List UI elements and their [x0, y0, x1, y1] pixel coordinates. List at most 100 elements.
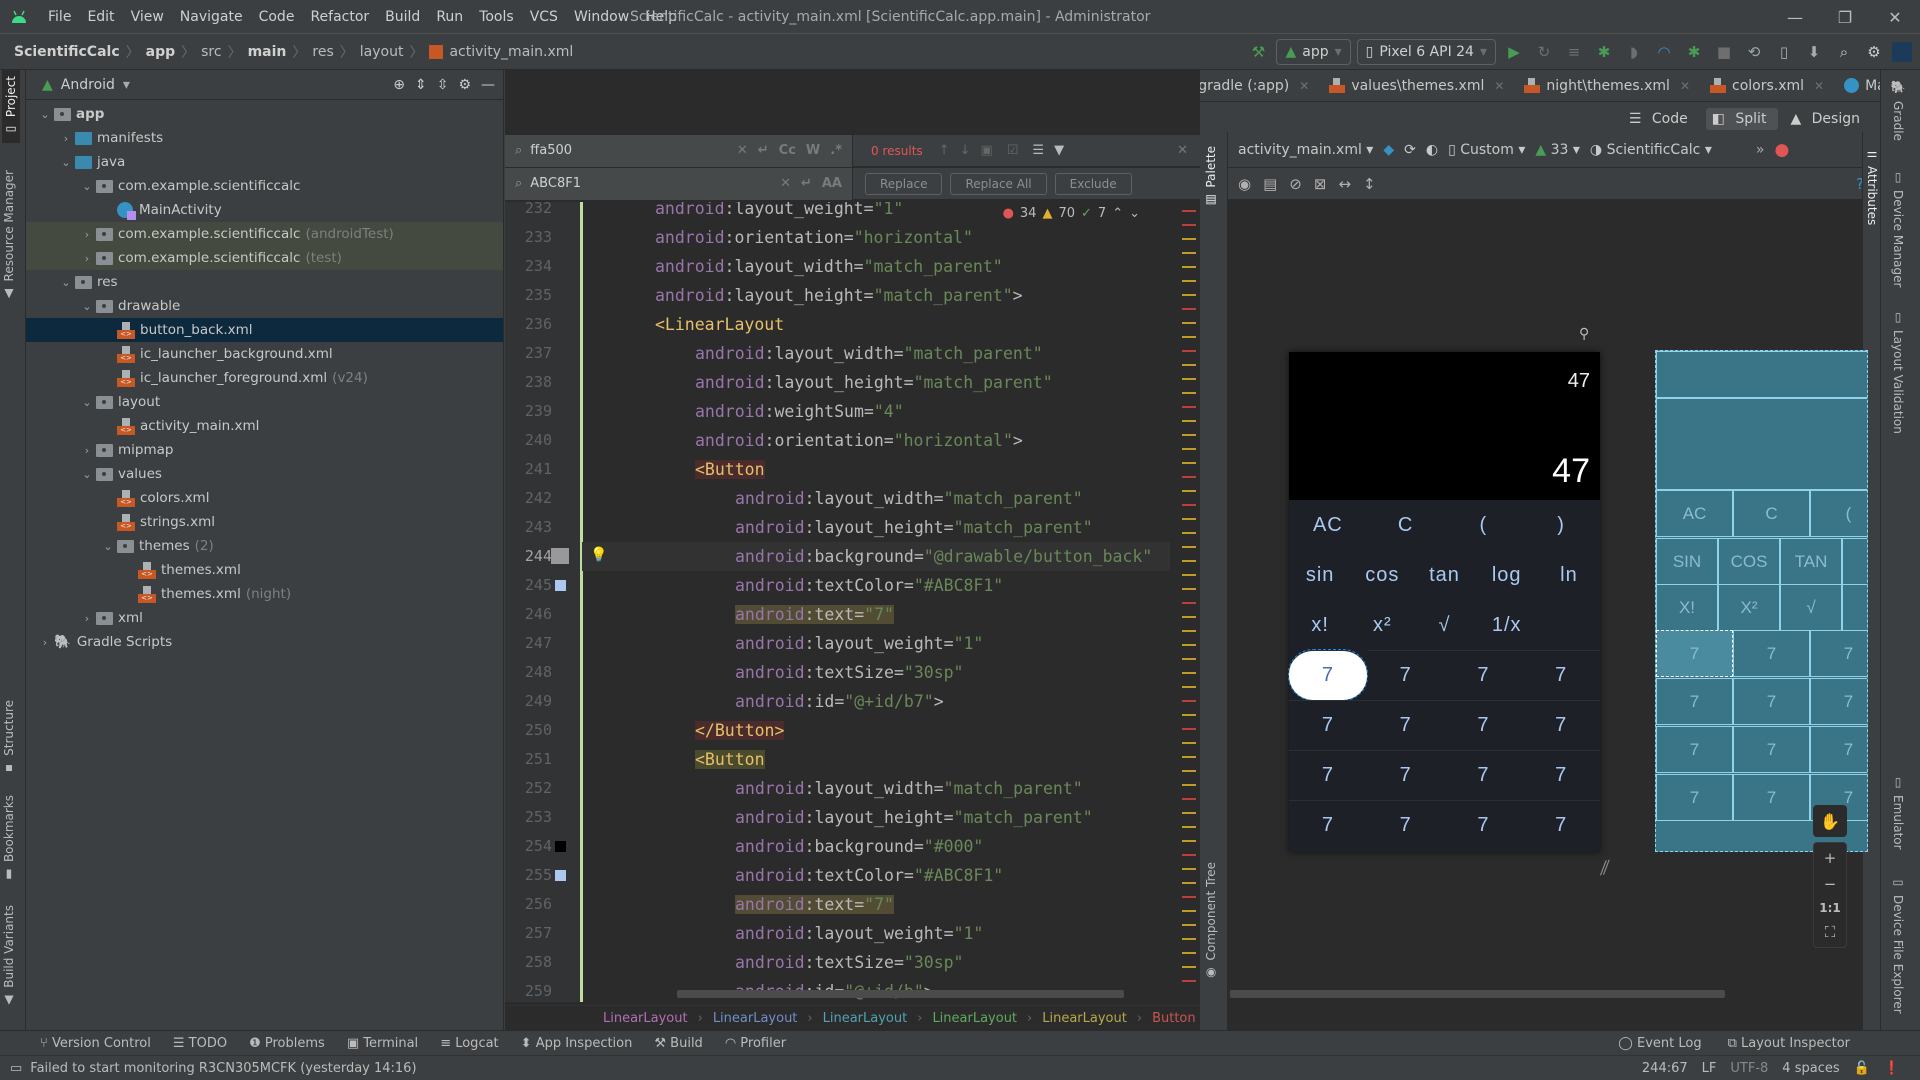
error-stripe-mark[interactable] — [1182, 644, 1196, 646]
calc-key[interactable]: sin — [1289, 550, 1351, 600]
editor-breadcrumb-item[interactable]: LinearLayout — [603, 1011, 688, 1026]
build-hammer-icon[interactable]: ⚒ — [1246, 40, 1270, 64]
previous-occurrence-icon[interactable]: ↑ — [939, 143, 950, 158]
calc-key[interactable]: 7 — [1366, 650, 1445, 700]
tree-item[interactable]: ic_launcher_background.xml — [26, 342, 503, 366]
blueprint-cell[interactable]: AC — [1656, 490, 1733, 537]
error-stripe-mark[interactable] — [1182, 952, 1196, 954]
zoom-to-fit-icon[interactable]: ⛶ — [1825, 923, 1836, 941]
error-stripe-mark[interactable] — [1182, 308, 1196, 310]
breadcrumb-main[interactable]: main — [248, 44, 287, 60]
night-mode-icon[interactable]: ◐ — [1426, 142, 1438, 158]
error-stripe-mark[interactable] — [1182, 966, 1196, 968]
line-separator[interactable]: LF — [1702, 1061, 1717, 1076]
error-stripe-mark[interactable] — [1182, 532, 1196, 534]
error-stripe-mark[interactable] — [1182, 420, 1196, 422]
close-tab-icon[interactable]: ✕ — [1814, 79, 1824, 93]
status-message[interactable]: Failed to start monitoring R3CN305MCFK (… — [22, 1061, 416, 1076]
code-line[interactable]: android:text="7" — [582, 600, 1170, 629]
chevron-down-icon[interactable]: ⌄ — [99, 540, 117, 553]
tree-item[interactable]: MainActivity — [26, 198, 503, 222]
chevron-down-icon[interactable]: ⌄ — [78, 396, 96, 409]
code-line[interactable]: android:textSize="30sp" — [582, 948, 1170, 977]
error-stripe-mark[interactable] — [1182, 728, 1196, 730]
error-stripe-mark[interactable] — [1182, 448, 1196, 450]
chevron-down-icon[interactable]: ⌄ — [57, 156, 75, 169]
calc-key[interactable]: x² — [1351, 600, 1413, 650]
tree-item[interactable]: › manifests — [26, 126, 503, 150]
chevron-right-icon[interactable]: › — [78, 252, 96, 265]
menu-navigate[interactable]: Navigate — [172, 0, 251, 34]
calc-key[interactable]: 7 — [1289, 750, 1367, 800]
tool-window-build[interactable]: ⚒ Build — [654, 1036, 702, 1051]
chevron-right-icon[interactable]: › — [78, 612, 96, 625]
blueprint-cell[interactable]: √ — [1780, 584, 1842, 631]
code-line[interactable]: android:orientation="horizontal" — [582, 223, 1170, 252]
code-line[interactable]: android:text="7" — [582, 890, 1170, 919]
blueprint-cell[interactable]: 7 — [1733, 726, 1810, 773]
error-stripe-mark[interactable] — [1182, 980, 1196, 982]
tool-window-version-control[interactable]: ⑂ Version Control — [40, 1036, 151, 1051]
menu-vcs[interactable]: VCS — [522, 0, 566, 34]
error-stripe-mark[interactable] — [1182, 840, 1196, 842]
chevron-down-icon[interactable]: ⌄ — [36, 108, 54, 121]
calc-key[interactable]: √ — [1413, 600, 1475, 650]
blueprint-cell[interactable]: 7 — [1810, 726, 1867, 773]
breadcrumb-module[interactable]: app — [146, 44, 176, 60]
tool-window-event-log[interactable]: ◯ Event Log — [1618, 1036, 1701, 1051]
theme-select[interactable]: ◑ ScientificCalc ▾ — [1590, 142, 1712, 158]
apply-code-changes-icon[interactable]: ≡ — [1562, 40, 1586, 64]
tool-tab-layout-validation[interactable]: ▯ Layout Validation — [1891, 310, 1905, 434]
clear-icon[interactable]: ✕ — [737, 143, 748, 158]
match-case-toggle[interactable]: Cc — [779, 143, 796, 158]
error-stripe-mark[interactable] — [1182, 364, 1196, 366]
clear-icon[interactable]: ✕ — [780, 176, 791, 191]
attributes-tab[interactable]: ⚌ Attributes — [1865, 146, 1879, 225]
search-icon[interactable]: ⌕ — [1832, 40, 1856, 64]
blueprint-cell[interactable]: L — [1842, 538, 1867, 585]
code-line[interactable]: <LinearLayout — [582, 310, 1170, 339]
error-stripe-mark[interactable] — [1182, 854, 1196, 856]
tree-item[interactable]: themes.xml — [26, 558, 503, 582]
error-stripe-mark[interactable] — [1182, 812, 1196, 814]
error-stripe-mark[interactable] — [1182, 602, 1196, 604]
calc-key[interactable]: 7 — [1289, 800, 1367, 850]
calc-key[interactable]: 7 — [1522, 750, 1600, 800]
calc-key[interactable]: 7 — [1522, 650, 1600, 700]
menu-code[interactable]: Code — [251, 0, 303, 34]
inspection-widget[interactable]: ● 34 ▲ 70 ✓ 7 ⌃ ⌄ — [1003, 206, 1140, 221]
palette-tab[interactable]: ▤ Palette — [1204, 146, 1218, 208]
hide-icon[interactable]: — — [481, 77, 495, 93]
error-stripe-mark[interactable] — [1182, 434, 1196, 436]
pin-icon[interactable]: ⚲ — [1579, 326, 1589, 342]
calc-key[interactable]: C — [1367, 500, 1445, 550]
tool-tab-structure[interactable]: ▪ Structure — [2, 700, 16, 776]
error-stripe-mark[interactable] — [1182, 266, 1196, 268]
error-stripe-mark[interactable] — [1182, 826, 1196, 828]
orientation-icon[interactable]: ⟳ — [1404, 142, 1416, 158]
design-blueprint-toggle-icon[interactable]: ◆ — [1383, 142, 1394, 158]
error-stripe-mark[interactable] — [1182, 294, 1196, 296]
calc-key[interactable]: 7 — [1366, 700, 1445, 750]
error-stripe-mark[interactable] — [1182, 798, 1196, 800]
calc-key[interactable]: 7 — [1444, 750, 1523, 800]
tool-window-app-inspection[interactable]: ⬍ App Inspection — [521, 1036, 633, 1051]
error-stripe-mark[interactable] — [1182, 280, 1196, 282]
editor-breadcrumb-item[interactable]: LinearLayout — [823, 1011, 908, 1026]
calc-key[interactable]: log — [1476, 550, 1538, 600]
find-input[interactable]: ⌕ ffa500 ✕ ↵ Cc W .* — [505, 134, 853, 167]
editor-horizontal-scrollbar[interactable] — [677, 990, 1124, 998]
tool-window-layout-inspector[interactable]: ⧉ Layout Inspector — [1728, 1036, 1850, 1051]
color-swatch[interactable] — [555, 870, 566, 881]
view-options-eye-icon[interactable]: ◉ — [1238, 175, 1251, 193]
error-stripe-mark[interactable] — [1182, 574, 1196, 576]
tree-item[interactable]: › xml — [26, 606, 503, 630]
error-stripe-mark[interactable] — [1182, 560, 1196, 562]
sdk-manager-icon[interactable]: ⬇ — [1802, 40, 1826, 64]
blueprint-cell[interactable]: 7 — [1656, 678, 1733, 725]
error-stripe-mark[interactable] — [1182, 700, 1196, 702]
tree-item[interactable]: ⌄ themes (2) — [26, 534, 503, 558]
blueprint-cell[interactable]: 1 — [1842, 584, 1867, 631]
error-stripe-mark[interactable] — [1182, 938, 1196, 940]
tab-values-themes-xml[interactable]: values\themes.xml ✕ — [1319, 70, 1514, 102]
